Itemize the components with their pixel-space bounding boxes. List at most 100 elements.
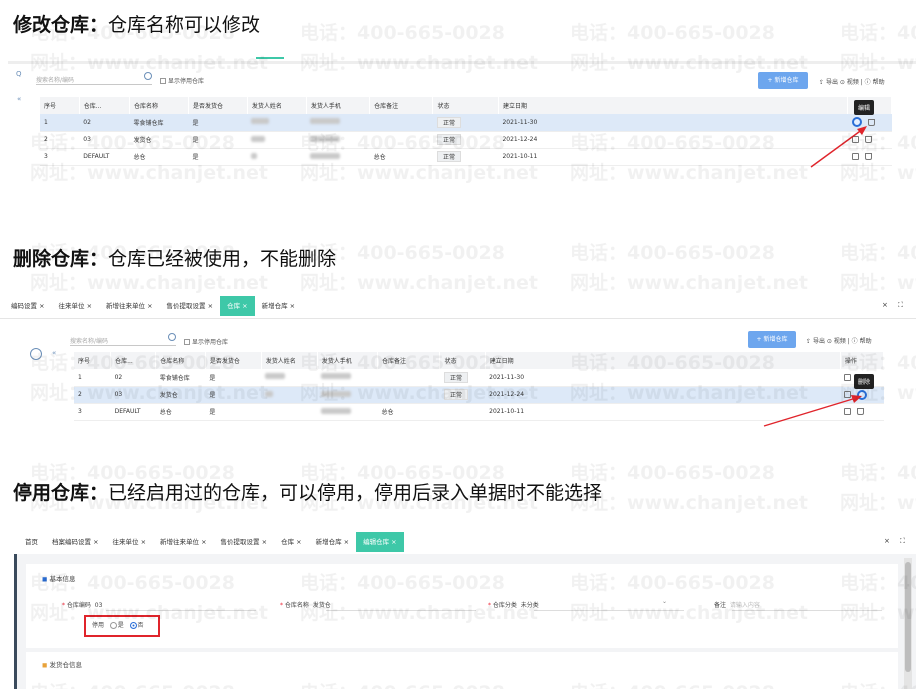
tab[interactable]: 档案编码设置 ×: [45, 532, 106, 552]
title-text: 仓库名称可以修改: [108, 14, 261, 36]
show-disabled-checkbox[interactable]: 显示停用仓库: [160, 76, 204, 85]
chevron-down-icon[interactable]: ⌄: [662, 598, 667, 605]
title-sep: ：: [89, 248, 109, 270]
col-date: 建立日期: [498, 97, 849, 114]
tab[interactable]: 新增往来单位 ×: [99, 296, 160, 316]
col-status: 状态: [432, 97, 499, 114]
collapse-icon[interactable]: «: [52, 349, 56, 357]
tab[interactable]: 新增往来单位 ×: [153, 532, 214, 552]
delete-screenshot: 编码设置 × 往来单位 × 新增往来单位 × 售价提取设置 × 仓库 × 新增仓…: [0, 296, 916, 442]
table-row[interactable]: 3 DEFAULT 总仓是 总仓 正常 2021-10-11: [40, 148, 892, 166]
warehouse-table: 序号 仓库... 仓库名称 是否发货仓 发货人姓名 发货人手机 仓库备注 状态 …: [40, 97, 892, 166]
watermark-text: 电话：400-665-0028: [840, 462, 916, 484]
expand-icon[interactable]: ⛶: [898, 301, 903, 310]
name-input[interactable]: [326, 610, 476, 611]
col-code: 仓库...: [79, 97, 131, 114]
add-warehouse-button[interactable]: + 新增仓库: [758, 72, 808, 89]
table-row[interactable]: 1 02 零食铺仓库是 正常 2021-11-30: [40, 114, 892, 132]
tab[interactable]: 售价提取设置 ×: [160, 296, 221, 316]
watermark-text: 电话：400-665-0028: [840, 22, 916, 44]
section-edit-title: 修改仓库：仓库名称可以修改: [13, 10, 260, 37]
section-heading: ◼ 发货仓信息: [42, 661, 82, 669]
edit-screenshot: Q « 搜索名称/编码 显示停用仓库 + 新增仓库 ⇪ 导出 ⊙ 视频 | ⓘ …: [8, 55, 916, 220]
edit-icon[interactable]: [844, 373, 852, 381]
watermark-text: 电话：400-665-0028: [570, 22, 775, 44]
ship-info-card: ◼ 发货仓信息: [26, 652, 898, 689]
watermark-text: 网址：www.chanjet.net: [570, 492, 808, 514]
add-warehouse-button[interactable]: + 新增仓库: [748, 331, 796, 348]
name-value: 发货仓: [312, 602, 331, 609]
close-icon[interactable]: ×: [882, 301, 888, 309]
tab[interactable]: 往来单位 ×: [106, 532, 154, 552]
col-phone: 发货人手机: [306, 97, 371, 114]
title-bold: 停用仓库: [13, 482, 90, 504]
watermark-text: 电话：400-665-0028: [570, 242, 775, 264]
sidebar-icon[interactable]: [30, 348, 42, 360]
section-disable-title: 停用仓库：已经启用过的仓库，可以停用，停用后录入单据时不能选择: [13, 478, 602, 505]
col-note: 仓库备注: [369, 97, 434, 114]
section-heading: ◼ 基本信息: [42, 575, 76, 583]
col-shipper: 发货人姓名: [261, 352, 318, 369]
search-input[interactable]: 搜索名称/编码: [36, 72, 152, 85]
info-icon: ◼: [42, 575, 48, 583]
tab-bar: 首页 档案编码设置 × 往来单位 × 新增往来单位 × 售价提取设置 × 仓库 …: [18, 532, 404, 552]
show-disabled-checkbox[interactable]: 显示停用仓库: [184, 337, 228, 346]
col-no: 序号: [40, 97, 80, 114]
tab-bar: 编码设置 × 往来单位 × 新增往来单位 × 售价提取设置 × 仓库 × 新增仓…: [4, 296, 302, 316]
info-icon: ◼: [42, 661, 48, 669]
collapse-icon[interactable]: «: [17, 95, 21, 103]
tab[interactable]: 新增仓库 ×: [255, 296, 303, 316]
title-sep: ：: [89, 482, 109, 504]
table-row[interactable]: 1 02 零食铺仓库是 正常 2021-11-30: [74, 369, 884, 387]
tab[interactable]: 编码设置 ×: [4, 296, 52, 316]
code-value: 03: [94, 602, 103, 609]
watermark-text: 网址：www.chanjet.net: [570, 272, 808, 294]
category-label: * 仓库分类 未分类: [488, 602, 539, 609]
tab-active[interactable]: 仓库 ×: [220, 296, 255, 316]
basic-info-card: ◼ 基本信息 * 仓库编码 03 * 仓库名称 发货仓 * 仓库分类 未分类 ⌄…: [26, 564, 898, 648]
search-input[interactable]: 搜索名称/编码: [70, 333, 176, 346]
table-row[interactable]: 2 03 发货仓是 正常 2021-12-24: [40, 131, 892, 149]
tab-active[interactable]: 编辑仓库 ×: [356, 532, 404, 552]
disable-screenshot: 首页 档案编码设置 × 往来单位 × 新增往来单位 × 售价提取设置 × 仓库 …: [14, 530, 916, 689]
code-label: * 仓库编码 03: [62, 602, 103, 609]
close-icon[interactable]: ×: [884, 537, 890, 545]
tab[interactable]: 仓库 ×: [274, 532, 309, 552]
scrollbar[interactable]: [904, 558, 912, 689]
expand-icon[interactable]: ⛶: [900, 537, 905, 546]
col-note: 仓库备注: [377, 352, 441, 369]
col-name: 仓库名称: [129, 97, 189, 114]
col-no: 序号: [74, 352, 112, 369]
tab[interactable]: 售价提取设置 ×: [214, 532, 275, 552]
watermark-text: 网址：www.chanjet.net: [300, 272, 538, 294]
watermark-text: 电话：400-665-0028: [300, 22, 505, 44]
col-actions: 操作: [840, 352, 885, 369]
col-code: 仓库...: [110, 352, 157, 369]
tab[interactable]: 新增仓库 ×: [309, 532, 357, 552]
col-shipper: 发货人姓名: [247, 97, 307, 114]
toolbar-links[interactable]: ⇪ 导出 ⊙ 视频 | ⓘ 帮助: [806, 336, 872, 345]
toolbar-links[interactable]: ⇪ 导出 ⊙ 视频 | ⓘ 帮助: [819, 77, 885, 86]
tab[interactable]: 往来单位 ×: [52, 296, 100, 316]
title-bold: 删除仓库: [13, 248, 90, 270]
edit-tooltip: 编辑: [854, 100, 875, 115]
highlight-box: [84, 615, 160, 637]
section-delete-title: 删除仓库：仓库已经被使用，不能删除: [13, 244, 336, 271]
search-icon: [144, 72, 152, 80]
note-input[interactable]: [732, 610, 882, 611]
col-status: 状态: [439, 352, 486, 369]
category-value: 未分类: [520, 602, 539, 609]
search-icon: [168, 333, 176, 341]
note-placeholder: 请输入内容: [729, 602, 760, 609]
watermark-text: 网址：www.chanjet.net: [840, 272, 916, 294]
name-label: * 仓库名称 发货仓: [280, 602, 331, 609]
tab[interactable]: 首页: [18, 532, 45, 552]
col-ship: 是否发货仓: [188, 97, 248, 114]
delete-tooltip: 删除: [854, 374, 875, 389]
watermark-text: 网址：www.chanjet.net: [840, 492, 916, 514]
title-text: 已经启用过的仓库，可以停用，停用后录入单据时不能选择: [108, 482, 603, 504]
category-select[interactable]: [534, 610, 684, 611]
sidebar-search-icon[interactable]: Q: [16, 70, 22, 78]
red-arrow: [810, 126, 867, 168]
watermark-text: 电话：400-665-0028: [840, 242, 916, 264]
